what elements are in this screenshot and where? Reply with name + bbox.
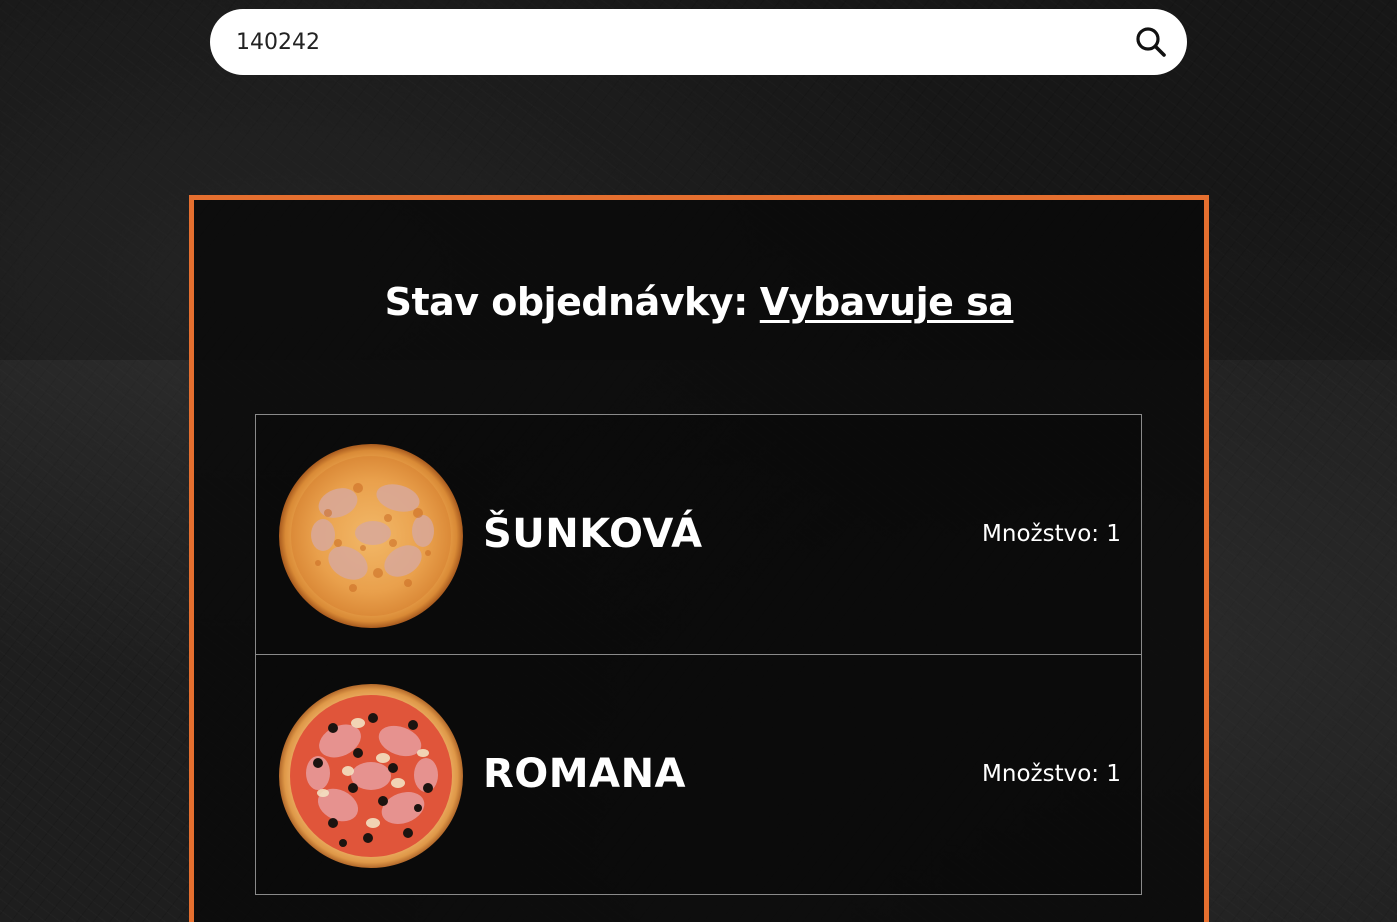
order-item-row: ROMANA Množstvo: 1 xyxy=(255,654,1142,895)
order-item-row: ŠUNKOVÁ Množstvo: 1 xyxy=(255,414,1142,655)
order-item-name: ROMANA xyxy=(483,751,686,797)
order-number-input[interactable] xyxy=(236,9,1116,75)
pizza-sunkova-image xyxy=(279,444,463,628)
pizza-romana-image xyxy=(279,684,463,868)
order-search-bar xyxy=(210,9,1187,75)
order-status-heading: Stav objednávky: Vybavuje sa xyxy=(194,280,1204,324)
order-items-list: ŠUNKOVÁ Množstvo: 1 ROMANA Množstvo: 1 xyxy=(255,414,1142,895)
search-button[interactable] xyxy=(1133,24,1169,60)
order-status-panel: Stav objednávky: Vybavuje sa ŠUNKOVÁ Mno… xyxy=(189,195,1209,922)
order-item-name: ŠUNKOVÁ xyxy=(483,511,703,557)
order-status-label: Stav objednávky: xyxy=(384,280,749,324)
search-icon xyxy=(1136,27,1166,57)
order-item-quantity: Množstvo: 1 xyxy=(982,761,1121,787)
order-status-value[interactable]: Vybavuje sa xyxy=(760,280,1014,324)
order-item-quantity: Množstvo: 1 xyxy=(982,521,1121,547)
